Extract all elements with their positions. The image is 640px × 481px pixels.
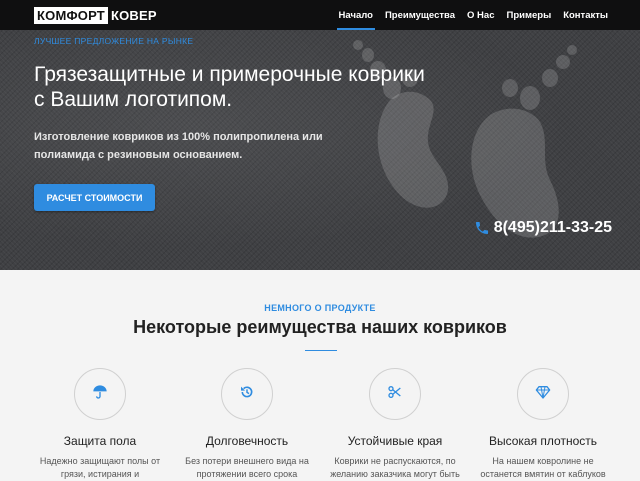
history-icon: [239, 384, 255, 405]
diamond-icon: [535, 384, 551, 405]
umbrella-icon: [92, 384, 108, 405]
feature-desc: Надежно защищают полы от грязи, истирани…: [39, 456, 161, 479]
section-divider: [305, 350, 337, 351]
phone-link[interactable]: 8(495)211-33-25: [474, 219, 612, 237]
site-logo[interactable]: КОМФОРТ КОВЕР: [34, 6, 160, 24]
feature-desc: Коврики не распускаются, по желанию зака…: [330, 456, 460, 479]
feature-stable-edges: Устойчивые края Коврики не распускаются,…: [320, 368, 470, 481]
hero-kicker: ЛУЧШЕЕ ПРЕДЛОЖЕНИЕ НА РЫНКЕ: [34, 36, 194, 46]
feature-title: Долговечность: [205, 434, 289, 448]
feature-icon-circle: [74, 368, 126, 420]
feature-high-density: Высокая плотность На нашем ковролине не …: [468, 368, 618, 481]
about-kicker: НЕМНОГО О ПРОДУКТЕ: [264, 303, 376, 313]
feature-desc: На нашем ковролине не останется вмятин о…: [480, 456, 606, 479]
feature-durability: Долговечность Без потери внешнего вида н…: [172, 368, 322, 481]
scissors-icon: [387, 384, 403, 405]
feature-desc: Без потери внешнего вида на протяжении в…: [185, 456, 309, 479]
hero-section: ЛУЧШЕЕ ПРЕДЛОЖЕНИЕ НА РЫНКЕ Грязезащитны…: [0, 30, 640, 270]
feature-title: Устойчивые края: [347, 434, 443, 448]
nav-item-contacts[interactable]: Контакты: [557, 0, 614, 30]
hero-subtitle: Изготовление ковриков из 100% полипропил…: [34, 131, 323, 161]
feature-icon-circle: [517, 368, 569, 420]
hero-title: Грязезащитные и примерочные коврики с Ва…: [34, 63, 425, 111]
phone-number: 8(495)211-33-25: [493, 219, 612, 236]
feature-title: Высокая плотность: [488, 434, 598, 448]
nav-item-about[interactable]: О Нас: [461, 0, 500, 30]
nav-item-examples[interactable]: Примеры: [501, 0, 558, 30]
about-section: НЕМНОГО О ПРОДУКТЕ Некоторые реимущества…: [0, 270, 640, 480]
about-title: Некоторые реимущества наших ковриков: [133, 317, 507, 337]
logo-part2: КОВЕР: [110, 7, 157, 23]
nav-item-advantages[interactable]: Преимущества: [379, 0, 461, 30]
navbar: КОМФОРТ КОВЕР Начало Преимущества О Нас …: [0, 0, 640, 30]
logo-part1: КОМФОРТ: [34, 6, 108, 24]
phone-icon: [474, 220, 490, 236]
main-nav: Начало Преимущества О Нас Примеры Контак…: [333, 0, 614, 30]
feature-title: Защита пола: [63, 434, 137, 448]
feature-icon-circle: [221, 368, 273, 420]
feature-floor-protection: Защита пола Надежно защищают полы от гря…: [25, 368, 175, 481]
calculate-cost-button[interactable]: РАСЧЕТ СТОИМОСТИ: [34, 184, 155, 211]
feature-icon-circle: [369, 368, 421, 420]
nav-item-home[interactable]: Начало: [333, 0, 379, 30]
